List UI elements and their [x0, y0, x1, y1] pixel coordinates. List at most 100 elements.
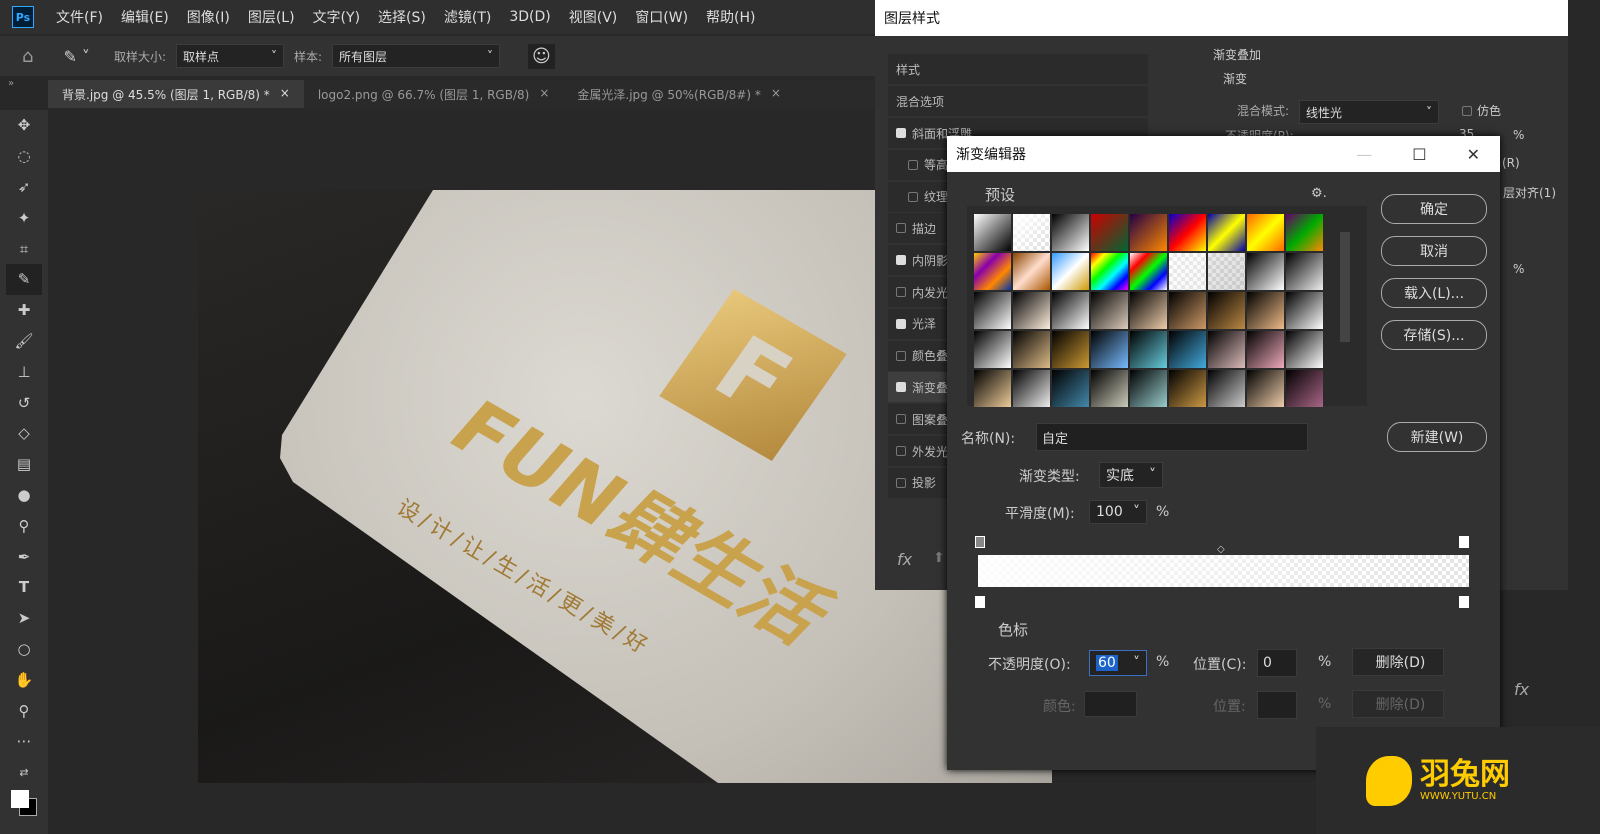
history-brush-icon[interactable]: ↺ [18, 387, 31, 418]
marquee-tool-icon[interactable]: ◌ [17, 141, 30, 172]
gradient-preset[interactable] [1169, 292, 1206, 329]
checkbox[interactable] [896, 318, 906, 329]
gradient-preset[interactable] [1286, 253, 1323, 290]
close-icon[interactable]: × [771, 86, 781, 102]
menu-help[interactable]: 帮助(H) [706, 7, 755, 27]
gradient-preset[interactable] [1169, 331, 1206, 368]
brush-tool-icon[interactable]: 🖌 [14, 326, 33, 357]
gradient-preset[interactable] [974, 331, 1011, 368]
close-icon[interactable]: × [539, 86, 549, 102]
gradient-preset[interactable] [1130, 253, 1167, 290]
maximize-icon[interactable]: ☐ [1412, 145, 1426, 164]
foreground-background-color[interactable] [9, 788, 39, 818]
magic-wand-icon[interactable]: ✦ [18, 202, 31, 233]
presets-scrollbar[interactable] [1340, 218, 1350, 398]
swap-colors-icon[interactable]: ⇄ [19, 757, 28, 788]
fx-icon[interactable]: fx [1514, 680, 1529, 699]
expand-panels-icon[interactable]: » [8, 78, 14, 89]
gradient-preset[interactable] [1286, 331, 1323, 368]
eyedropper-tool-icon[interactable]: ✎ [6, 263, 42, 295]
gradient-preset[interactable] [974, 253, 1011, 290]
menu-window[interactable]: 窗口(W) [635, 7, 688, 27]
gradient-preset[interactable] [1247, 331, 1284, 368]
dodge-tool-icon[interactable]: ⚲ [19, 510, 30, 541]
gradient-preset[interactable] [1247, 214, 1284, 251]
hand-tool-icon[interactable]: ✋ [15, 664, 34, 695]
opacity-stop-left[interactable] [975, 536, 985, 548]
gradient-preset[interactable] [1013, 214, 1050, 251]
pen-tool-icon[interactable]: ✒ [18, 541, 31, 572]
gradient-tool-icon[interactable]: ▤ [17, 449, 31, 480]
checkbox[interactable] [908, 159, 918, 170]
stop-opacity-input[interactable]: 60 ˅ [1089, 650, 1147, 676]
gradient-preset[interactable] [1130, 370, 1167, 407]
gradient-preset[interactable] [1052, 214, 1089, 251]
gradient-preset[interactable] [1247, 370, 1284, 407]
dither-checkbox[interactable]: 仿色 [1462, 102, 1501, 119]
delete-opacity-stop-button[interactable]: 删除(D) [1352, 648, 1444, 676]
gradient-preset[interactable] [1286, 292, 1323, 329]
smiley-icon[interactable]: ☺ [528, 43, 555, 69]
opacity-stop-right[interactable] [1459, 536, 1469, 548]
name-input[interactable]: 自定 [1036, 423, 1308, 451]
gradient-preset[interactable] [1286, 370, 1323, 407]
checkbox[interactable] [896, 255, 906, 266]
load-button[interactable]: 载入(L)... [1381, 278, 1487, 308]
gradient-preset[interactable] [1169, 214, 1206, 251]
smoothness-input[interactable]: 100 ˅ [1089, 500, 1147, 524]
gradient-preset[interactable] [1052, 253, 1089, 290]
fx-icon[interactable]: fx [897, 550, 912, 569]
save-button[interactable]: 存储(S)... [1381, 320, 1487, 350]
gradient-preset[interactable] [1013, 331, 1050, 368]
gradient-preset[interactable] [974, 370, 1011, 407]
gradient-preset[interactable] [1091, 370, 1128, 407]
eyedropper-icon[interactable]: ✎ ˅ [63, 47, 90, 66]
gradient-preset[interactable] [1208, 214, 1245, 251]
gradient-preset[interactable] [1130, 331, 1167, 368]
path-select-icon[interactable]: ➤ [18, 603, 31, 634]
checkbox[interactable] [896, 477, 906, 488]
presets-gear-icon[interactable]: ⚙. [1311, 186, 1327, 201]
gradient-preset[interactable] [1052, 292, 1089, 329]
gradient-preset[interactable] [1091, 253, 1128, 290]
gradient-preset[interactable] [1208, 331, 1245, 368]
gradient-type-select[interactable]: 实底 ˅ [1099, 462, 1163, 488]
new-button[interactable]: 新建(W) [1387, 422, 1487, 452]
gradient-preset[interactable] [974, 214, 1011, 251]
menu-3d[interactable]: 3D(D) [509, 9, 550, 25]
healing-brush-icon[interactable]: ✚ [18, 295, 31, 326]
blend-options-item[interactable]: 混合选项 [888, 86, 1148, 116]
tab-background[interactable]: 背景.jpg @ 45.5% (图层 1, RGB/8) * × [48, 80, 304, 108]
tab-metal[interactable]: 金属光泽.jpg @ 50%(RGB/8#) * × [563, 80, 795, 108]
type-tool-icon[interactable]: T [19, 572, 29, 603]
checkbox[interactable] [896, 128, 906, 138]
gradient-preset[interactable] [1091, 214, 1128, 251]
stop-location-input[interactable]: 0 [1257, 649, 1297, 677]
checkbox[interactable] [908, 191, 918, 202]
eraser-tool-icon[interactable]: ◇ [18, 418, 30, 449]
tab-logo2[interactable]: logo2.png @ 66.7% (图层 1, RGB/8) × [304, 80, 564, 108]
gradient-preset[interactable] [1091, 292, 1128, 329]
blur-tool-icon[interactable]: ● [17, 480, 30, 511]
sample-select[interactable]: 所有图层 ˅ [332, 44, 501, 68]
gradient-preset[interactable] [1013, 370, 1050, 407]
gradient-preset[interactable] [1247, 253, 1284, 290]
gradient-preset[interactable] [1130, 292, 1167, 329]
move-tool-icon[interactable]: ✥ [18, 110, 31, 141]
checkbox[interactable] [896, 223, 906, 234]
midpoint-diamond[interactable]: ◇ [1217, 544, 1225, 555]
checkbox[interactable] [896, 287, 906, 297]
cancel-button[interactable]: 取消 [1381, 236, 1487, 266]
gradient-preset[interactable] [1208, 370, 1245, 407]
menu-edit[interactable]: 编辑(E) [121, 7, 169, 27]
gradient-preset[interactable] [1091, 331, 1128, 368]
menu-type[interactable]: 文字(Y) [313, 7, 360, 27]
gradient-preset[interactable] [1013, 253, 1050, 290]
checkbox[interactable] [896, 446, 906, 456]
menu-file[interactable]: 文件(F) [56, 7, 103, 27]
crop-tool-icon[interactable]: ⌗ [20, 233, 28, 264]
gradient-preset[interactable] [1247, 292, 1284, 329]
gradient-preset[interactable] [1286, 214, 1323, 251]
color-stop-right[interactable] [1459, 596, 1469, 608]
checkbox[interactable] [896, 382, 906, 393]
